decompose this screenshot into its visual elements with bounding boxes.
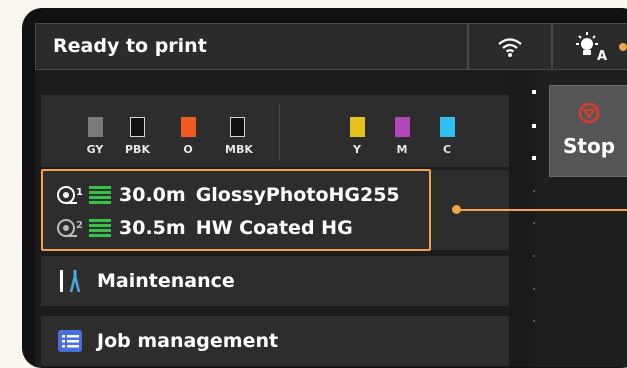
ink-label: Y [353,143,361,156]
ink-swatch [349,117,365,137]
auto-light-icon: A [576,32,607,62]
ink-label: M [396,143,408,156]
wifi-button[interactable] [468,23,552,70]
scroll-indicator [533,320,535,322]
svg-text:A: A [597,49,607,62]
ink-label: PBK [125,143,150,156]
stop-label: Stop [562,134,616,158]
list-icon [58,330,82,352]
ink-label: MBK [225,143,253,156]
ink-mbk: MBK [225,117,253,156]
status-text: Ready to print [53,35,207,57]
stop-icon [578,102,600,124]
status-bar: Ready to print [35,23,468,70]
callout-line [460,209,627,211]
scroll-indicator [532,90,536,94]
job-management-label: Job management [97,330,279,352]
wifi-icon [498,38,522,57]
media-callout-box [41,169,431,251]
ink-swatch [394,117,410,137]
scroll-indicator [533,190,535,192]
ink-m: M [390,117,414,156]
ink-swatch [87,117,103,137]
scroll-indicator [532,156,536,160]
ink-swatch [229,117,245,137]
job-management-button[interactable]: Job management [41,316,509,366]
ink-swatch [439,117,455,137]
ink-divider [279,103,280,161]
tools-icon [60,270,81,293]
scroll-indicator [532,124,536,128]
ink-pbk: PBK [125,117,150,156]
scroll-indicator [533,288,535,290]
ink-gy: GY [83,117,107,156]
stop-button[interactable]: Stop [549,85,627,177]
ink-levels-panel[interactable]: GY PBK O MBK Y M C [41,95,509,167]
ink-label: GY [86,143,104,156]
ink-y: Y [345,117,369,156]
ink-swatch [180,117,196,137]
scroll-indicator [533,255,535,257]
ink-swatch [129,117,145,137]
ink-o: O [176,117,200,156]
scroll-track[interactable] [509,70,535,367]
ink-c: C [435,117,459,156]
ink-label: O [183,143,193,156]
maintenance-button[interactable]: Maintenance [41,256,509,306]
callout-dot [619,43,627,51]
ink-label: C [442,143,452,156]
maintenance-label: Maintenance [97,270,235,292]
display-brightness-button[interactable]: A [552,23,627,70]
scroll-indicator [533,222,535,224]
